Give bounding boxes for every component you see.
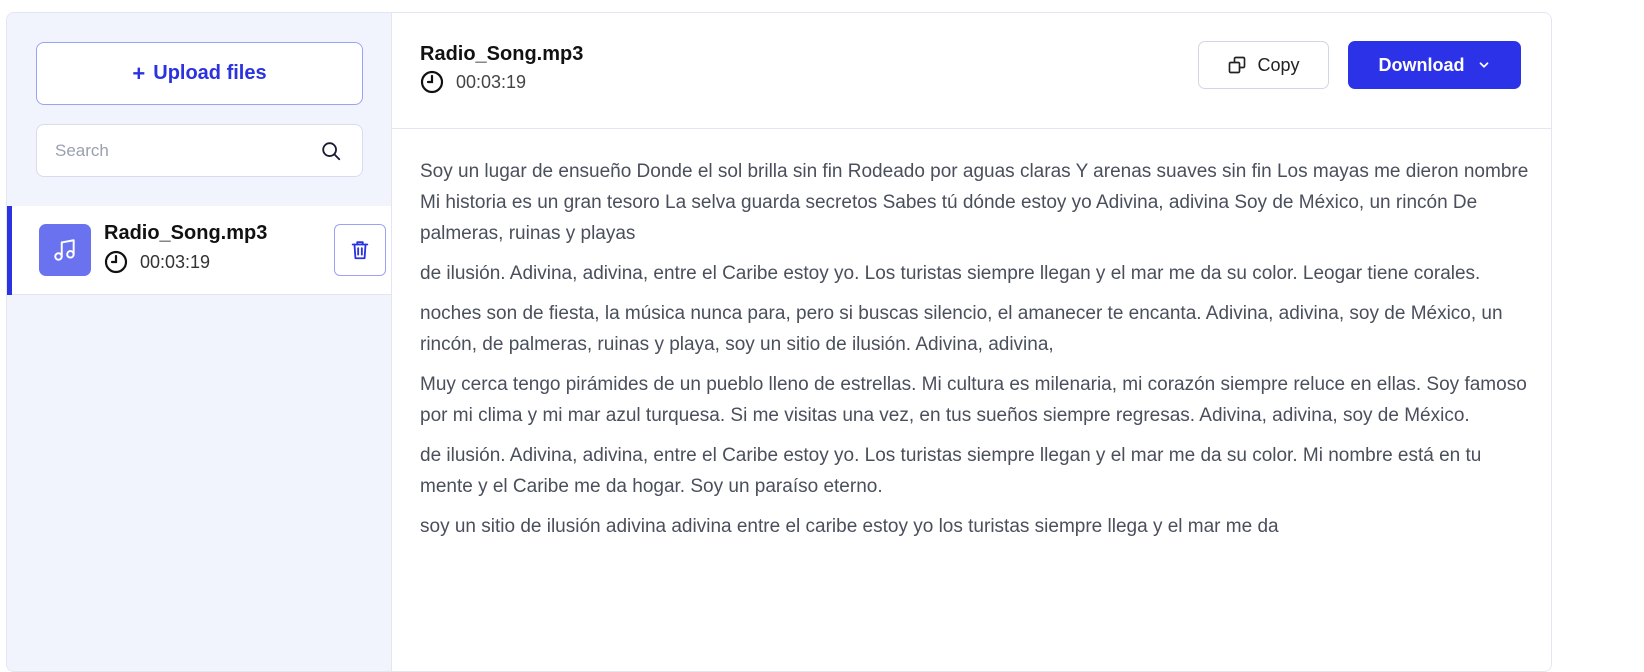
file-list-item[interactable]: Radio_Song.mp3 00:03:19 bbox=[7, 206, 391, 295]
file-meta: Radio_Song.mp3 00:03:19 bbox=[104, 222, 267, 274]
transcript-paragraph: Soy un lugar de ensueño Donde el sol bri… bbox=[420, 161, 1529, 244]
music-note-icon bbox=[39, 224, 91, 276]
delete-file-button[interactable] bbox=[334, 224, 386, 276]
transcript-panel: Radio_Song.mp3 00:03:19 Copy Download So… bbox=[392, 13, 1551, 671]
transcript-header: Radio_Song.mp3 00:03:19 Copy Download bbox=[392, 13, 1551, 129]
header-meta: Radio_Song.mp3 00:03:19 bbox=[420, 43, 583, 94]
transcript-paragraph: de ilusión. Adivina, adivina, entre el C… bbox=[420, 263, 1481, 284]
clock-icon bbox=[420, 70, 444, 94]
copy-icon bbox=[1229, 56, 1246, 74]
header-duration-row: 00:03:19 bbox=[420, 70, 583, 94]
transcript-title: Radio_Song.mp3 bbox=[420, 43, 584, 65]
file-name: Radio_Song.mp3 bbox=[104, 222, 268, 244]
copy-label: Copy bbox=[1257, 54, 1300, 75]
search-icon[interactable] bbox=[320, 140, 342, 162]
download-button[interactable]: Download bbox=[1348, 41, 1521, 89]
transcript-text: Soy un lugar de ensueño Donde el sol bri… bbox=[420, 156, 1530, 551]
sidebar: + Upload files Radio_Song.mp3 bbox=[7, 13, 392, 671]
active-indicator bbox=[7, 206, 12, 295]
plus-icon: + bbox=[132, 60, 146, 86]
upload-files-label: Upload files bbox=[153, 62, 267, 84]
copy-button[interactable]: Copy bbox=[1198, 41, 1329, 89]
transcript-paragraph: Muy cerca tengo pirámides de un pueblo l… bbox=[420, 374, 1527, 426]
chevron-down-icon bbox=[1479, 62, 1488, 68]
upload-files-button[interactable]: + Upload files bbox=[36, 42, 363, 105]
transcript-paragraph: noches son de fiesta, la música nunca pa… bbox=[420, 303, 1503, 355]
transcript-duration: 00:03:19 bbox=[456, 71, 527, 92]
file-duration: 00:03:19 bbox=[140, 251, 211, 272]
search-input[interactable] bbox=[37, 125, 320, 176]
app-window: + Upload files Radio_Song.mp3 bbox=[6, 12, 1552, 672]
trash-icon bbox=[351, 241, 369, 260]
download-label: Download bbox=[1378, 54, 1465, 75]
transcript-paragraph: de ilusión. Adivina, adivina, entre el C… bbox=[420, 445, 1482, 497]
file-duration-row: 00:03:19 bbox=[104, 250, 267, 274]
transcript-paragraph: soy un sitio de ilusión adivina adivina … bbox=[420, 516, 1279, 537]
clock-icon bbox=[104, 250, 128, 274]
search-box bbox=[36, 124, 363, 177]
